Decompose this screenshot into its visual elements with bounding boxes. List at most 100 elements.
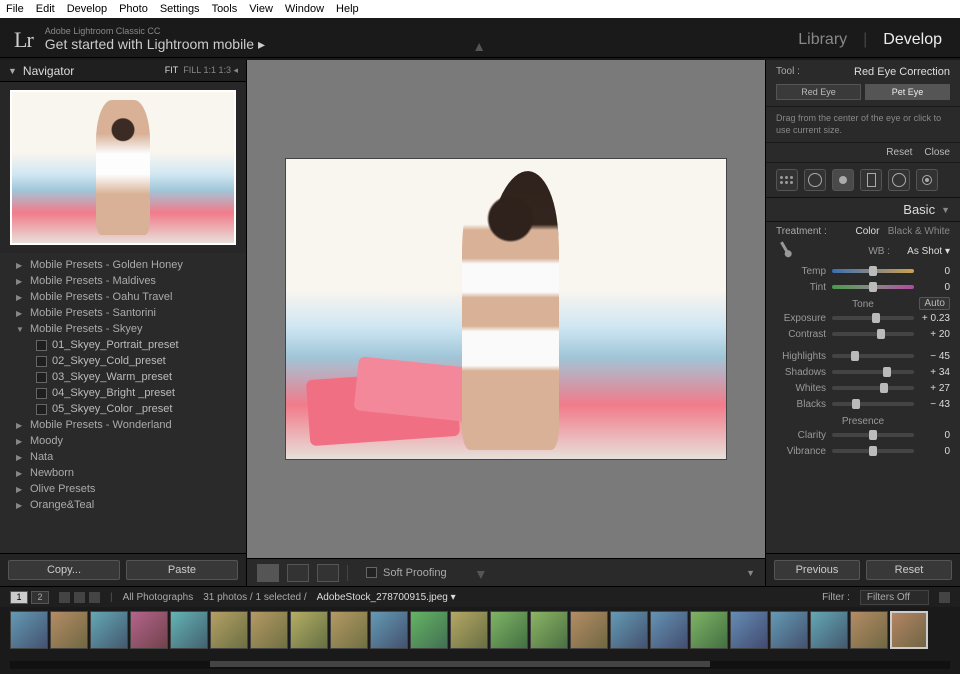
- filmstrip-thumb[interactable]: [490, 611, 528, 649]
- menu-settings[interactable]: Settings: [160, 3, 200, 15]
- navigator-zoom[interactable]: FIT FILL 1:1 1:3 ◂: [165, 65, 238, 76]
- preset-item[interactable]: 04_Skyey_Bright _preset: [0, 385, 246, 401]
- preset-folder[interactable]: ▶Mobile Presets - Wonderland: [0, 417, 246, 433]
- filter-lock-icon[interactable]: [939, 592, 950, 603]
- module-develop[interactable]: Develop: [883, 31, 942, 49]
- filmstrip-thumb[interactable]: [890, 611, 928, 649]
- back-icon[interactable]: [74, 592, 85, 603]
- tab-red-eye[interactable]: Red Eye: [776, 84, 861, 100]
- brush-tool-icon[interactable]: [916, 169, 938, 191]
- preset-folder[interactable]: ▶Newborn: [0, 465, 246, 481]
- clarity-slider[interactable]: Clarity0: [766, 427, 960, 443]
- menu-view[interactable]: View: [249, 3, 273, 15]
- filmstrip-thumb[interactable]: [810, 611, 848, 649]
- preset-item[interactable]: 01_Skyey_Portrait_preset: [0, 337, 246, 353]
- spot-tool-icon[interactable]: [804, 169, 826, 191]
- crop-tool-icon[interactable]: [776, 169, 798, 191]
- collapse-bottom-icon[interactable]: ◂: [470, 569, 490, 579]
- preset-item[interactable]: 05_Skyey_Color _preset: [0, 401, 246, 417]
- preset-folder[interactable]: ▶Mobile Presets - Oahu Travel: [0, 289, 246, 305]
- wb-dropdown[interactable]: As Shot ▾: [890, 246, 950, 257]
- exposure-slider[interactable]: Exposure+ 0.23: [766, 310, 960, 326]
- copy-button[interactable]: Copy...: [8, 560, 120, 580]
- soft-proofing-checkbox[interactable]: [366, 567, 377, 578]
- menu-edit[interactable]: Edit: [36, 3, 55, 15]
- soft-proofing[interactable]: Soft Proofing: [366, 567, 447, 579]
- preset-folder[interactable]: ▶Moody: [0, 433, 246, 449]
- filmstrip-thumb[interactable]: [570, 611, 608, 649]
- filmstrip-thumb[interactable]: [610, 611, 648, 649]
- menu-develop[interactable]: Develop: [67, 3, 107, 15]
- treatment-bw[interactable]: Black & White: [888, 226, 950, 237]
- filmstrip-thumb[interactable]: [410, 611, 448, 649]
- filmstrip-thumb[interactable]: [450, 611, 488, 649]
- header-title[interactable]: Get started with Lightroom mobile ▸: [45, 37, 798, 52]
- navigator-header[interactable]: ▼ Navigator FIT FILL 1:1 1:3 ◂: [0, 60, 246, 82]
- preset-folder[interactable]: ▶Olive Presets: [0, 481, 246, 497]
- filmstrip-thumb[interactable]: [330, 611, 368, 649]
- collapse-top-icon[interactable]: ◂: [470, 43, 490, 53]
- filmstrip-thumb[interactable]: [730, 611, 768, 649]
- filmstrip-thumb[interactable]: [690, 611, 728, 649]
- filmstrip-thumb[interactable]: [90, 611, 128, 649]
- module-library[interactable]: Library: [798, 31, 847, 49]
- menu-window[interactable]: Window: [285, 3, 324, 15]
- whites-slider[interactable]: Whites+ 27: [766, 380, 960, 396]
- preset-folder-open[interactable]: ▼Mobile Presets - Skyey: [0, 321, 246, 337]
- menu-photo[interactable]: Photo: [119, 3, 148, 15]
- preset-folder[interactable]: ▶Mobile Presets - Santorini: [0, 305, 246, 321]
- contrast-slider[interactable]: Contrast+ 20: [766, 326, 960, 342]
- filmstrip-thumb[interactable]: [290, 611, 328, 649]
- display-1[interactable]: 1: [10, 591, 28, 604]
- canvas[interactable]: [247, 60, 765, 558]
- eyedropper-icon[interactable]: [772, 238, 799, 265]
- view-before-after-lr-button[interactable]: [287, 564, 309, 582]
- filmstrip-thumb[interactable]: [370, 611, 408, 649]
- filmstrip-thumb[interactable]: [10, 611, 48, 649]
- preset-folder[interactable]: ▶Nata: [0, 449, 246, 465]
- preset-folder[interactable]: ▶Mobile Presets - Golden Honey: [0, 257, 246, 273]
- navigator-preview[interactable]: [0, 82, 246, 253]
- previous-button[interactable]: Previous: [774, 560, 860, 580]
- preset-item[interactable]: 03_Skyey_Warm_preset: [0, 369, 246, 385]
- preset-folder[interactable]: ▶Mobile Presets - Maldives: [0, 273, 246, 289]
- filmstrip-thumb[interactable]: [530, 611, 568, 649]
- filmstrip-thumb[interactable]: [210, 611, 248, 649]
- tool-reset-button[interactable]: Reset: [886, 147, 912, 158]
- view-loupe-button[interactable]: [257, 564, 279, 582]
- radial-tool-icon[interactable]: [888, 169, 910, 191]
- filmstrip-thumb[interactable]: [650, 611, 688, 649]
- filmstrip-thumb[interactable]: [130, 611, 168, 649]
- tool-close-button[interactable]: Close: [924, 147, 950, 158]
- auto-tone-button[interactable]: Auto: [919, 297, 950, 310]
- highlights-slider[interactable]: Highlights− 45: [766, 348, 960, 364]
- preset-item[interactable]: 02_Skyey_Cold_preset: [0, 353, 246, 369]
- temp-slider[interactable]: Temp 0: [766, 263, 960, 279]
- vibrance-slider[interactable]: Vibrance0: [766, 443, 960, 459]
- filmstrip-thumb[interactable]: [170, 611, 208, 649]
- grid-icon[interactable]: [59, 592, 70, 603]
- shadows-slider[interactable]: Shadows+ 34: [766, 364, 960, 380]
- blacks-slider[interactable]: Blacks− 43: [766, 396, 960, 412]
- tint-slider[interactable]: Tint 0: [766, 279, 960, 295]
- preset-folder[interactable]: ▶Orange&Teal: [0, 497, 246, 513]
- filmstrip[interactable]: [0, 607, 960, 659]
- treatment-color[interactable]: Color: [856, 226, 880, 237]
- filmstrip-thumb[interactable]: [770, 611, 808, 649]
- filmstrip-scrollbar[interactable]: [10, 661, 950, 669]
- menu-tools[interactable]: Tools: [212, 3, 238, 15]
- filmstrip-thumb[interactable]: [50, 611, 88, 649]
- forward-icon[interactable]: [89, 592, 100, 603]
- reset-button[interactable]: Reset: [866, 560, 952, 580]
- basic-panel-header[interactable]: Basic▼: [766, 198, 960, 222]
- paste-button[interactable]: Paste: [126, 560, 238, 580]
- display-2[interactable]: 2: [31, 591, 49, 604]
- menu-help[interactable]: Help: [336, 3, 359, 15]
- collection-name[interactable]: All Photographs: [123, 592, 194, 603]
- filter-dropdown[interactable]: Filters Off: [860, 590, 929, 605]
- grad-tool-icon[interactable]: [860, 169, 882, 191]
- filmstrip-thumb[interactable]: [850, 611, 888, 649]
- current-filename[interactable]: AdobeStock_278700915.jpeg ▾: [317, 592, 456, 603]
- redeye-tool-icon[interactable]: [832, 169, 854, 191]
- tab-pet-eye[interactable]: Pet Eye: [865, 84, 950, 100]
